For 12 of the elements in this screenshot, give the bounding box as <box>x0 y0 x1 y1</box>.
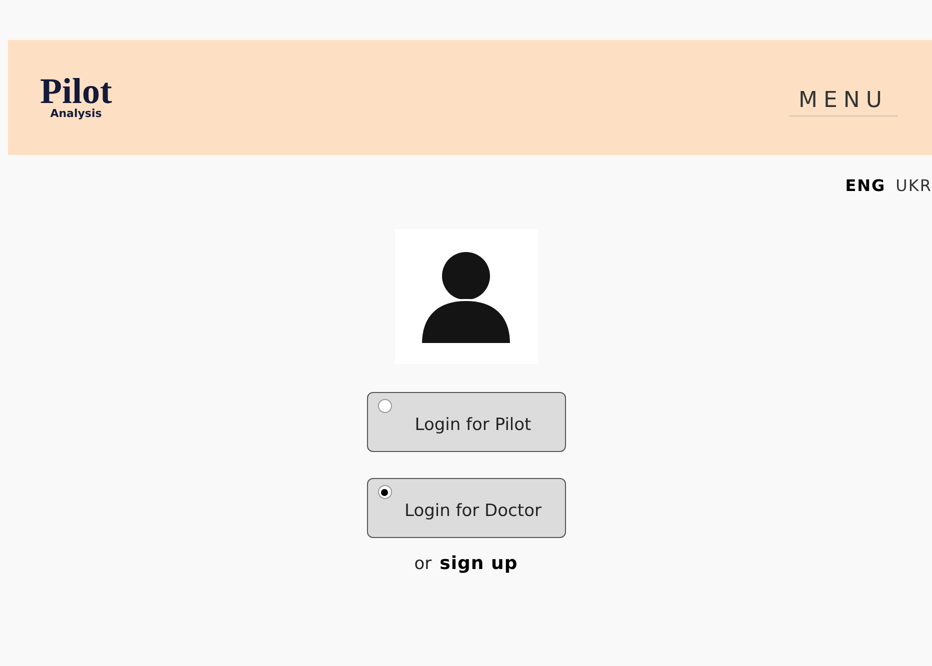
logo-subtitle: Analysis <box>50 106 102 120</box>
login-option[interactable]: Login for Pilot <box>366 392 566 452</box>
login-option[interactable]: Login for Doctor <box>366 478 566 538</box>
language-link[interactable]: ENG <box>845 175 886 197</box>
radio-button[interactable] <box>378 399 392 413</box>
logo-title: Pilot <box>40 74 112 106</box>
language-link[interactable]: UKR <box>896 175 932 197</box>
or-text: or <box>414 553 432 576</box>
radio-button[interactable] <box>378 485 392 499</box>
sign-up-link[interactable]: sign up <box>440 550 518 577</box>
person-icon <box>419 250 513 344</box>
menu-button[interactable]: MENU <box>788 86 898 116</box>
